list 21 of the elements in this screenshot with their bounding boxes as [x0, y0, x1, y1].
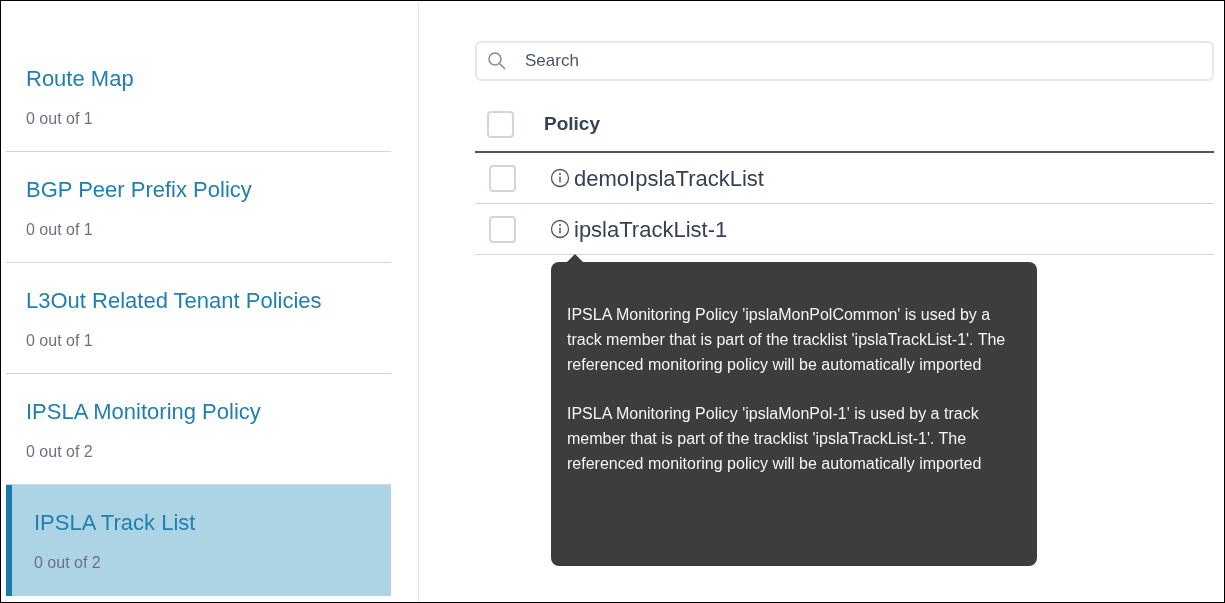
sidebar-item[interactable]: BGP Peer Prefix Policy 0 out of 1 — [6, 152, 391, 263]
checkbox[interactable] — [489, 215, 516, 243]
count-label: 0 out of 1 — [26, 330, 94, 351]
policy-name: demoIpslaTrackList — [574, 164, 764, 193]
tooltip-text: IPSLA Monitoring Policy 'ipslaMonPolCommon' is used by a track member that is part of the tracklist 'ipslaTrackList-1'. The referenced monitoring policy will be automatically imported — [567, 305, 1007, 375]
count-label: 0 out of 1 — [26, 108, 94, 129]
sidebar-item[interactable]: L3Out Related Tenant Policies 0 out of 1 — [6, 263, 391, 374]
sidebar-item[interactable]: IPSLA Track List 0 out of 2 — [6, 485, 391, 596]
checkbox[interactable] — [487, 110, 514, 138]
count-label: 0 out of 2 — [34, 553, 102, 573]
info-icon[interactable] — [550, 219, 570, 239]
policy-name: ipslaTrackList-1 — [574, 215, 728, 244]
count-label: 0 out of 1 — [26, 219, 94, 240]
count-label: 0 out of 2 — [26, 441, 94, 462]
info-icon[interactable] — [550, 168, 570, 188]
column-header[interactable]: Policy — [544, 109, 600, 139]
search-icon — [487, 51, 507, 71]
sidebar-item[interactable]: Route Map 0 out of 1 — [6, 41, 391, 152]
search-field[interactable]: Search — [475, 41, 1214, 81]
checkbox[interactable] — [489, 164, 516, 192]
tooltip-text: IPSLA Monitoring Policy 'ipslaMonPol-1' is used by a track member that is part of the tracklist 'ipslaTrackList-1'. The referenced monitoring policy will be automatically imported — [567, 404, 983, 474]
